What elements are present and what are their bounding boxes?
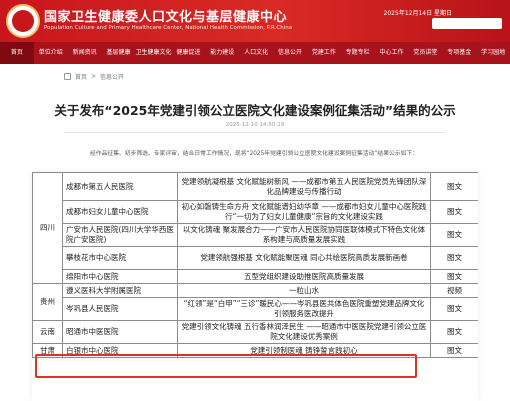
unit-cell: 遵义医科大学附属医院 xyxy=(62,283,178,298)
home-icon xyxy=(64,73,71,80)
case-cell: “红领”是“白甲”“三诊”暖民心——岑巩县医共体色医院重塑党建品牌文化引领服务医… xyxy=(177,297,431,321)
unit-cell: 白银市中心医院 xyxy=(62,343,178,358)
nav-item-info-disclosure[interactable]: 信息公开 xyxy=(273,42,307,64)
main-nav: 首页 单位介绍 新闻资讯 基层健康 卫生健康文化 健康促进 能力建设 人口文化 … xyxy=(0,42,510,64)
unit-cell: 昭通市中医医院 xyxy=(62,320,178,344)
form-cell: 图文 xyxy=(430,200,478,224)
case-cell: 初心如磐铸生命方舟 文化赋能谱妇幼华章 ——成都市妇女儿童中心医院践行“一切为了… xyxy=(177,200,431,224)
unit-cell: 成都市妇女儿童中心医院 xyxy=(62,200,178,224)
form-cell: 图文 xyxy=(430,246,478,270)
nav-item-lecture[interactable]: 党员讲堂 xyxy=(408,42,442,64)
header-date: 2025年12月14日 星期日 xyxy=(383,10,452,17)
nav-item-special-topics[interactable]: 专题专栏 xyxy=(341,42,375,64)
nav-item-health-promotion[interactable]: 健康促进 xyxy=(171,42,205,64)
unit-cell: 绵阳市中心医院 xyxy=(62,269,178,284)
form-cell: 视频 xyxy=(430,283,478,298)
nav-item-population-culture[interactable]: 人口文化 xyxy=(239,42,273,64)
case-cell: 党建引领制医魂 铸铮誓言践初心 xyxy=(177,343,431,358)
case-cell: 一粒山水 xyxy=(177,283,431,298)
table-row: 岑巩县人民医院 “红领”是“白甲”“三诊”暖民心——岑巩县医共体色医院重塑党建品… xyxy=(33,297,478,321)
province-cell: 四川 xyxy=(32,172,63,284)
site-subtitle: Population Culture and Primary Healthcar… xyxy=(44,25,293,31)
table-row-highlighted: 云南 昭通市中医医院 党建引领文化铸魂 五行香林润泽民生 ——昭通市中医医院党建… xyxy=(32,320,478,344)
province-cell: 贵州 xyxy=(32,283,63,321)
case-cell: 党建引领文化铸魂 五行香林润泽民生 ——昭通市中医医院党建引领公立医院文化建设优… xyxy=(177,320,431,344)
nav-item-party-building[interactable]: 党建工作 xyxy=(307,42,341,64)
page: 国家卫生健康委人口文化与基层健康中心 Population Culture an… xyxy=(0,0,510,401)
table-row: 四川 成都市第五人民医院 党建领航凝根基 文化赋能树新风 ——成都市第五人民医院… xyxy=(32,172,478,284)
nav-item-news[interactable]: 新闻资讯 xyxy=(68,42,102,64)
results-table: 四川 成都市第五人民医院 党建领航凝根基 文化赋能树新风 ——成都市第五人民医院… xyxy=(32,172,478,358)
breadcrumb-separator: > xyxy=(91,73,97,80)
form-cell: 图文 xyxy=(430,343,478,358)
site-header: 国家卫生健康委人口文化与基层健康中心 Population Culture an… xyxy=(0,0,510,42)
case-cell: 以文化铸魂 聚发展合力——广安市人民医院协同医联体模式下特色文化体系构建与高质量… xyxy=(177,223,431,247)
form-cell: 图文 xyxy=(430,320,478,344)
case-cell: 党建领航凝根基 文化赋能树新风 ——成都市第五人民医院党员先锋团队深化品牌建设与… xyxy=(177,172,431,201)
form-cell: 图文 xyxy=(430,297,478,321)
nav-item-about[interactable]: 单位介绍 xyxy=(34,42,68,64)
province-cell: 云南 xyxy=(32,320,63,344)
province-cell: 甘肃 xyxy=(32,343,63,358)
table-row: 成都市妇女儿童中心医院 初心如磐铸生命方舟 文化赋能谱妇幼华章 ——成都市妇女儿… xyxy=(33,200,478,224)
article-body: 经作品征集、初步筛选、专家评审，结合日常工作情况，现将“2025年党建引领公立医… xyxy=(90,151,418,157)
unit-cell: 成都市第五人民医院 xyxy=(62,172,178,201)
breadcrumb: 首页 > 信息公开 xyxy=(64,72,124,81)
article-title: 关于发布“2025年党建引领公立医院文化建设案例征集活动”结果的公示 xyxy=(54,103,456,118)
nav-item-capacity[interactable]: 能力建设 xyxy=(205,42,239,64)
site-logo-icon[interactable] xyxy=(6,4,40,38)
table-row: 广安市人民医院(四川大学华西医院广安医院) 以文化铸魂 聚发展合力——广安市人民… xyxy=(33,223,478,247)
case-cell: 五型党组织建设助推医院高质量发展 xyxy=(177,269,431,284)
table-row: 绵阳市中心医院 五型党组织建设助推医院高质量发展 图文 xyxy=(33,269,478,284)
breadcrumb-home[interactable]: 首页 xyxy=(75,72,87,81)
nav-item-home[interactable]: 首页 xyxy=(0,42,34,64)
case-cell: 党建领航强根基 文化赋能聚医魂 同心共绘医院高质发展新画卷 xyxy=(177,246,431,270)
table-row: 甘肃 白银市中心医院 党建引领制医魂 铸铮誓言践初心 图文 xyxy=(32,343,478,358)
article-divider xyxy=(64,132,446,133)
form-cell: 图文 xyxy=(430,269,478,284)
form-cell: 图文 xyxy=(430,172,478,201)
form-cell: 图文 xyxy=(430,223,478,247)
nav-item-health-culture[interactable]: 卫生健康文化 xyxy=(135,42,171,64)
unit-cell: 岑巩县人民医院 xyxy=(62,297,178,321)
site-title[interactable]: 国家卫生健康委人口文化与基层健康中心 xyxy=(44,6,287,25)
search-input[interactable] xyxy=(432,18,502,29)
unit-cell: 广安市人民医院(四川大学华西医院广安医院) xyxy=(62,223,178,247)
table-row: 攀枝花市中心医院 党建领航强根基 文化赋能聚医魂 同心共绘医院高质发展新画卷 图… xyxy=(33,246,478,270)
nav-item-primary-health[interactable]: 基层健康 xyxy=(102,42,136,64)
article-meta: 2025-12-10 14:50:19 xyxy=(225,122,285,128)
breadcrumb-info-disclosure[interactable]: 信息公开 xyxy=(100,72,124,81)
results-table-container: 四川 成都市第五人民医院 党建领航凝根基 文化赋能树新风 ——成都市第五人民医院… xyxy=(32,172,478,401)
table-row: 贵州 遵义医科大学附属医院 一粒山水 视频 xyxy=(32,283,478,321)
nav-item-center-work[interactable]: 中心工作 xyxy=(375,42,409,64)
nav-item-fund[interactable]: 专项基金 xyxy=(442,42,476,64)
nav-item-study[interactable]: 学习园地 xyxy=(476,42,510,64)
unit-cell: 攀枝花市中心医院 xyxy=(62,246,178,270)
